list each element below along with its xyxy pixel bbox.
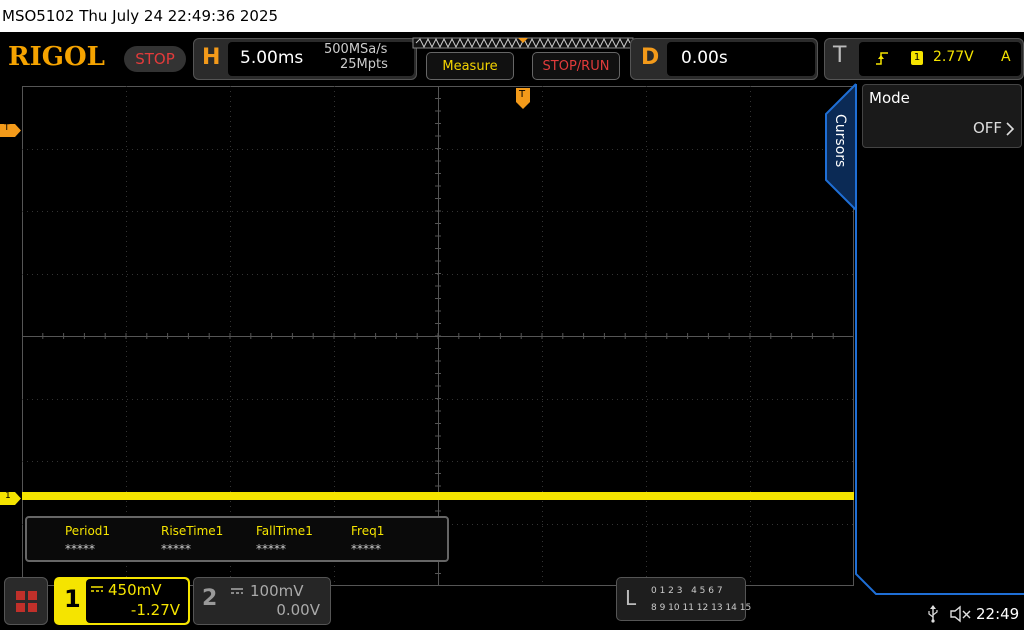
main-menu-button[interactable] [4, 577, 48, 625]
measurement-value: ***** [256, 542, 286, 556]
trigger-settings[interactable]: T 1 2.77V A [824, 38, 1024, 80]
rising-edge-icon [876, 52, 888, 65]
sample-rate: 500MSa/s [324, 42, 388, 57]
memory-depth: 25Mpts [340, 57, 388, 72]
measure-button[interactable]: Measure [426, 52, 514, 80]
logic-row1: 0 1 2 3 4 5 6 7 [651, 586, 723, 596]
channel1-number: 1 [64, 585, 81, 613]
ch1-offset-marker[interactable]: 1 [0, 490, 22, 505]
dc-coupling-icon [231, 588, 243, 594]
ch1-trace [22, 492, 854, 500]
trigger-letter: T [833, 43, 847, 68]
measurement-item: Period1 ***** [65, 524, 110, 556]
delay-letter: D [641, 45, 660, 70]
trigger-level: 2.77V [933, 49, 974, 65]
channel2-settings[interactable]: 2 100mV 0.00V [193, 577, 331, 625]
stop-run-button[interactable]: STOP/RUN [532, 52, 620, 80]
chevron-right-icon [1006, 122, 1015, 136]
measurement-item: FallTime1 ***** [256, 524, 313, 556]
delay-readout: 0.00s [667, 42, 815, 76]
timebase-value: 5.00ms [240, 48, 304, 68]
measurement-item: Freq1 ***** [351, 524, 384, 556]
trigger-position-marker[interactable]: T [516, 88, 530, 110]
measurement-bar[interactable]: Period1 ***** RiseTime1 ***** FallTime1 … [25, 516, 449, 562]
title-bar: MSO5102 Thu July 24 22:49:36 2025 [0, 0, 1024, 32]
delay-settings[interactable]: D 0.00s [630, 38, 818, 80]
channel2-offset: 0.00V [276, 601, 320, 619]
memory-position-indicator [412, 37, 634, 49]
logic-channels-settings[interactable]: L 0 1 2 3 4 5 6 7 8 9 10 11 12 13 14 15 [616, 577, 751, 621]
rigol-logo: RIGOL [8, 42, 105, 72]
speaker-muted-icon[interactable] [950, 605, 972, 623]
cursor-mode-label: Mode [869, 89, 910, 107]
channel1-settings[interactable]: 1 450mV -1.27V [54, 577, 190, 625]
horizontal-letter: H [202, 45, 221, 70]
cursor-mode-value: OFF [973, 119, 1003, 137]
measurement-value: ***** [161, 542, 191, 556]
horizontal-settings[interactable]: H 5.00ms 500MSa/s 25Mpts [193, 38, 417, 80]
run-state-badge[interactable]: STOP [124, 46, 186, 72]
channel1-scale: 450mV [108, 581, 162, 599]
title-text: MSO5102 Thu July 24 22:49:36 2025 [2, 7, 279, 25]
channel2-number: 2 [202, 586, 218, 611]
measurement-label: Freq1 [351, 524, 385, 538]
trigger-readout: 1 2.77V A [859, 42, 1021, 76]
delay-value: 0.00s [681, 48, 728, 68]
trigger-level-marker[interactable]: T [0, 122, 22, 137]
cursor-mode-menu-item[interactable]: Mode OFF [862, 84, 1022, 148]
measurement-value: ***** [351, 542, 381, 556]
measurement-label: RiseTime1 [161, 524, 224, 538]
grid-menu-icon [16, 591, 37, 612]
logic-row2: 8 9 10 11 12 13 14 15 [651, 603, 752, 613]
trigger-mode: A [1001, 49, 1011, 65]
tab-cursors[interactable]: Cursors [826, 110, 856, 180]
waveform-display[interactable] [22, 86, 854, 586]
dc-coupling-icon [91, 586, 103, 592]
channel2-scale: 100mV [250, 582, 304, 600]
status-clock: 22:49 [976, 605, 1020, 623]
trigger-source: 1 [911, 51, 923, 65]
measurement-label: FallTime1 [256, 524, 313, 538]
usb-icon [928, 605, 938, 623]
horizontal-readout: 5.00ms 500MSa/s 25Mpts [228, 42, 414, 76]
channel1-readout: 450mV -1.27V [86, 579, 188, 623]
measurement-item: RiseTime1 ***** [161, 524, 223, 556]
measurement-value: ***** [65, 542, 95, 556]
measurement-label: Period1 [65, 524, 111, 538]
logic-letter: L [625, 586, 637, 610]
channel1-offset: -1.27V [130, 601, 180, 619]
